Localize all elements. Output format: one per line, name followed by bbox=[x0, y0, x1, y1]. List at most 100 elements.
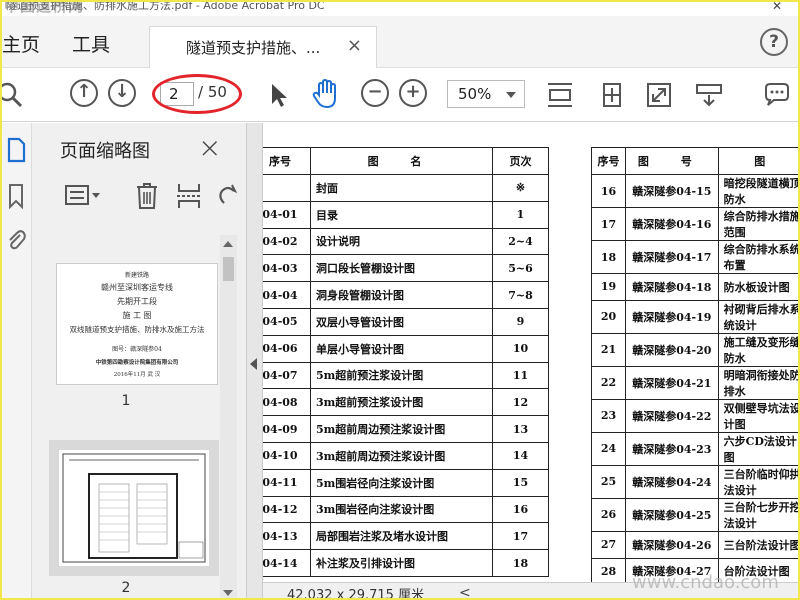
table-row: 04-02 设计说明 2~4 bbox=[263, 227, 549, 256]
zoom-in-icon[interactable]: + bbox=[399, 79, 427, 107]
table-cell: 9 bbox=[492, 307, 549, 336]
attachment-icon[interactable] bbox=[4, 227, 28, 253]
menu-home[interactable]: 主页 bbox=[2, 30, 40, 57]
panel-toolbar bbox=[32, 175, 247, 219]
document-view[interactable]: 序号 图 名 页次 封面 ※ 04-01 目录 1 04-02 设计说明 2~4 04-03 洞口… bbox=[263, 123, 798, 598]
page-thumbnails-icon[interactable] bbox=[4, 137, 28, 163]
table-row: 22 赣深隧参04-21 明暗洞衔接处防排水 bbox=[590, 365, 798, 400]
table-row: 04-01 目录 1 bbox=[263, 200, 549, 229]
table-cell: 赣深隧参04-15 bbox=[625, 174, 719, 208]
menu-tools[interactable]: 工具 bbox=[72, 30, 110, 57]
scroll-left-icon[interactable]: < bbox=[459, 585, 471, 598]
table-cell: 设计说明 bbox=[310, 227, 493, 256]
chevron-down-icon bbox=[506, 92, 516, 98]
scroll-thumb[interactable] bbox=[223, 257, 234, 281]
bookmark-icon[interactable] bbox=[4, 183, 28, 209]
full-screen-icon[interactable] bbox=[644, 80, 674, 110]
page-dimensions: 42.032 x 29.715 厘米 bbox=[287, 588, 425, 600]
scroll-up-icon[interactable] bbox=[223, 241, 233, 247]
table-cell: 12 bbox=[492, 388, 549, 417]
table-row: 04-03 洞口段长管棚设计图 5~6 bbox=[263, 254, 549, 283]
next-page-icon[interactable]: ↓ bbox=[108, 79, 136, 107]
table-row: 04-06 单层小导管设计图 10 bbox=[263, 334, 549, 363]
table-cell: 洞口段长管棚设计图 bbox=[310, 254, 493, 283]
options-menu-icon[interactable] bbox=[64, 183, 104, 209]
thumb-line: 新建铁路 bbox=[124, 272, 149, 279]
search-icon[interactable] bbox=[0, 80, 26, 110]
table-cell: 单层小导管设计图 bbox=[310, 334, 493, 363]
previous-page-icon[interactable]: ↑ bbox=[70, 79, 98, 107]
table-cell: 双侧壁导坑法设计图 bbox=[717, 398, 798, 433]
column-header: 图 bbox=[717, 147, 798, 175]
zoom-select[interactable]: 50% bbox=[447, 80, 525, 108]
thumb-line: 2016年11月 武 汉 bbox=[113, 372, 161, 378]
thumb-line: 中铁第四勘察设计院集团有限公司 bbox=[95, 360, 179, 366]
drawing-index-table-left: 序号 图 名 页次 封面 ※ 04-01 目录 1 04-02 设计说明 2~4 04-03 洞口… bbox=[263, 147, 549, 577]
scroll-mode-icon[interactable] bbox=[694, 80, 724, 110]
table-cell: 11 bbox=[492, 361, 549, 390]
table-cell: 20 bbox=[590, 299, 627, 334]
table-row: 20 赣深隧参04-19 衬砌背后排水系统设计 bbox=[590, 299, 798, 334]
zoom-value: 50% bbox=[458, 85, 492, 103]
hand-tool-icon[interactable] bbox=[309, 77, 343, 111]
navigation-rail bbox=[2, 123, 32, 598]
table-row: 21 赣深隧参04-20 施工缝及变形缝防水 bbox=[590, 332, 798, 367]
table-cell: 19 bbox=[590, 273, 627, 301]
table-cell: 3m围岩径向注浆设计图 bbox=[310, 495, 493, 524]
comment-icon[interactable] bbox=[762, 80, 792, 110]
table-cell: 28 bbox=[590, 557, 627, 586]
table-row: 16 赣深隧参04-15 暗挖段隧道横顶防水 bbox=[590, 174, 798, 208]
tab-close-icon[interactable]: × bbox=[347, 35, 362, 56]
help-icon[interactable]: ? bbox=[760, 28, 788, 56]
thumb-line: 施 工 图 bbox=[122, 311, 152, 320]
thumb-line: 先期开工段 bbox=[117, 297, 157, 306]
page-thumbnail-2[interactable] bbox=[49, 440, 219, 576]
table-cell: 04-01 bbox=[263, 200, 311, 229]
table-cell: 目录 bbox=[310, 200, 493, 229]
watermark-top: 中国道桥网 bbox=[4, 2, 85, 15]
rotate-icon[interactable] bbox=[216, 183, 238, 209]
table-cell: 18 bbox=[492, 549, 549, 577]
menu-bar: 主页 工具 隧道预支护措施、... × ? bbox=[2, 16, 798, 68]
table-cell: 赣深隧参04-26 bbox=[625, 530, 719, 559]
thumbnail-scrollbar[interactable] bbox=[220, 235, 237, 598]
table-cell: 04-11 bbox=[263, 468, 311, 497]
collapse-arrow-icon bbox=[250, 358, 257, 370]
delete-icon[interactable] bbox=[134, 181, 160, 211]
thumbnail-number-1: 1 bbox=[121, 393, 131, 409]
table-cell: 三台阶临时仰拱法设计 bbox=[717, 464, 798, 499]
acrobat-window: 隧道预支护措施、防排水施工方法.pdf - Adobe Acrobat Pro … bbox=[0, 0, 800, 600]
fit-width-icon[interactable] bbox=[545, 80, 575, 110]
table-row: 24 赣深隧参04-23 六步CD法设计图 bbox=[590, 431, 798, 466]
page-thumbnail-1[interactable]: 新建铁路 赣州至深圳客运专线 先期开工段 施 工 图 双线隧道预支护措施、防排水… bbox=[56, 263, 218, 385]
table-row: 25 赣深隧参04-24 三台阶临时仰拱法设计 bbox=[590, 464, 798, 499]
table-cell: 10 bbox=[492, 334, 549, 363]
fit-page-icon[interactable] bbox=[597, 80, 627, 110]
table-row: 封面 ※ bbox=[263, 174, 549, 202]
table-cell: 3m超前周边预注浆设计图 bbox=[310, 441, 493, 470]
insert-page-icon[interactable] bbox=[176, 181, 202, 211]
document-tab[interactable]: 隧道预支护措施、... × bbox=[149, 26, 377, 68]
table-cell: ※ bbox=[492, 174, 549, 202]
column-header: 页次 bbox=[492, 147, 549, 175]
table-cell: 2~4 bbox=[492, 227, 549, 256]
table-cell: 04-02 bbox=[263, 227, 311, 256]
panel-collapse-handle[interactable] bbox=[247, 123, 263, 598]
table-cell: 施工缝及变形缝防水 bbox=[717, 332, 798, 367]
drawing-index-table-right: 序号 图 号 图 16 赣深隧参04-15 暗挖段隧道横顶防水 17 赣深隧参04-16… bbox=[590, 147, 798, 598]
table-cell: 25 bbox=[590, 464, 627, 499]
zoom-out-icon[interactable]: − bbox=[361, 79, 389, 107]
thumbnail-page-image bbox=[59, 450, 209, 566]
thumb-line: 图号：赣深隧参04 bbox=[112, 346, 162, 353]
table-cell: 六步CD法设计图 bbox=[717, 431, 798, 466]
table-row: 19 赣深隧参04-18 防水板设计图 bbox=[590, 273, 798, 301]
table-cell: 04-03 bbox=[263, 254, 311, 283]
select-cursor-icon[interactable] bbox=[264, 80, 294, 110]
scroll-down-icon[interactable] bbox=[223, 590, 233, 596]
table-cell: 16 bbox=[590, 174, 627, 208]
window-close-icon[interactable]: ✕ bbox=[772, 2, 782, 12]
column-header: 序号 bbox=[590, 147, 627, 175]
table-cell: 7~8 bbox=[492, 281, 549, 309]
table-row: 04-09 5m超前周边预注浆设计图 13 bbox=[263, 415, 549, 443]
panel-close-icon[interactable]: × bbox=[198, 131, 221, 164]
